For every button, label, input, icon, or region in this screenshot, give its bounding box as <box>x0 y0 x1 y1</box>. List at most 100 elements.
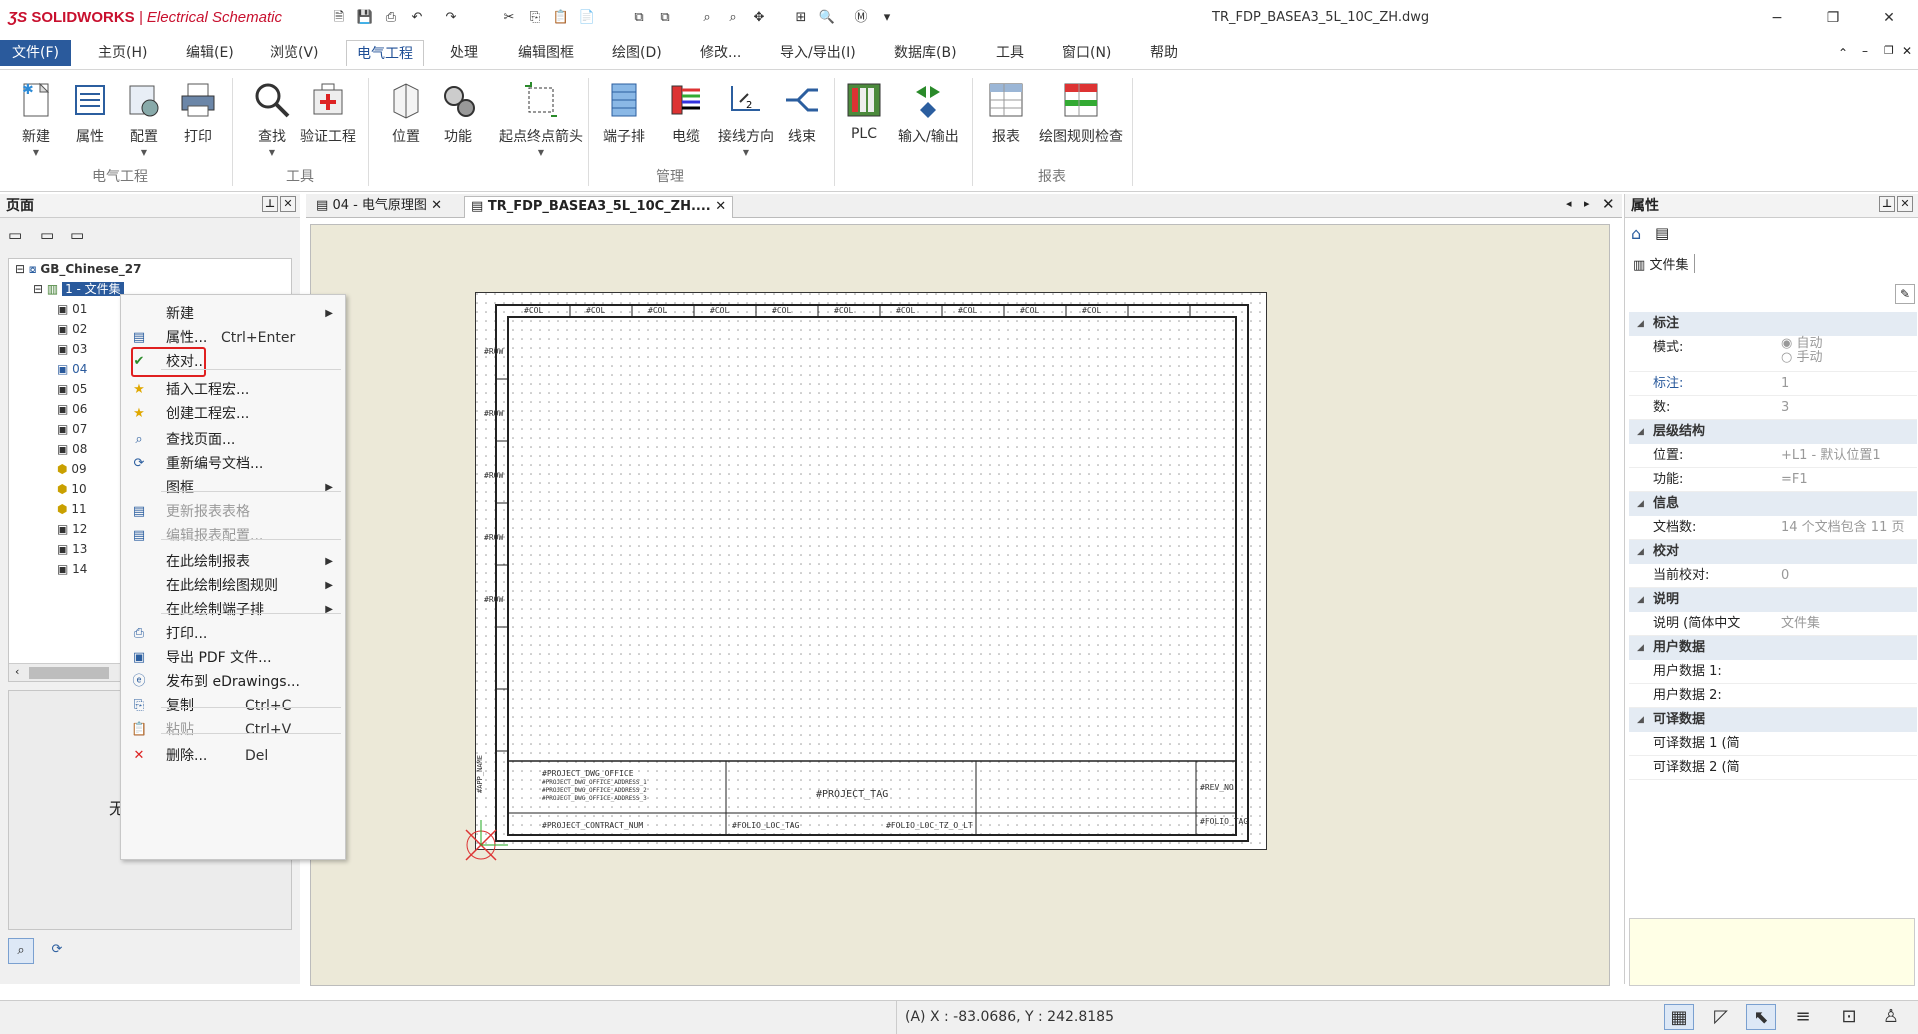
ribbon-plc-button[interactable]: PLC <box>834 80 894 142</box>
ribbon-function-button[interactable]: 功能 <box>428 80 488 146</box>
macro-icon[interactable]: Ⓜ <box>852 9 870 27</box>
list-view-icon[interactable]: ▤ <box>1655 224 1669 242</box>
ribbon-configure-button[interactable]: 配置 ▼ <box>114 80 174 157</box>
menu-window[interactable]: 窗口(N) <box>1052 40 1121 66</box>
property-value[interactable]: =F1 <box>1781 468 1918 492</box>
zoom-icon[interactable]: ⌕ <box>698 9 716 27</box>
ribbon-find-button[interactable]: 查找 ▼ <box>242 80 302 157</box>
undo-icon[interactable]: ↶ <box>408 9 426 27</box>
lineweight-icon[interactable]: ≡ <box>1788 1004 1818 1030</box>
menu-view[interactable]: 浏览(V) <box>260 40 329 66</box>
scroll-thumb[interactable] <box>29 667 109 679</box>
context-menu-create-macro[interactable]: ★ 创建工程宏... <box>121 401 345 427</box>
context-menu-proofread[interactable]: ✔ 校对... <box>121 347 345 377</box>
context-menu-find-pages[interactable]: ⌕ 查找页面... <box>121 427 345 453</box>
menu-help[interactable]: 帮助 <box>1140 40 1188 66</box>
context-menu-publish-edrawings[interactable]: ⓔ 发布到 eDrawings... <box>121 669 345 695</box>
context-menu-export-pdf[interactable]: ▣ 导出 PDF 文件... <box>121 645 345 671</box>
new-doc-icon[interactable]: 🗎 <box>330 9 348 27</box>
edit-icon[interactable]: ✎ <box>1895 284 1915 304</box>
property-value[interactable]: 14 个文档包含 11 页 <box>1781 516 1918 540</box>
menu-tools[interactable]: 工具 <box>986 40 1034 66</box>
context-menu-frame[interactable]: 图框 ▶ <box>121 475 345 501</box>
context-menu-paste[interactable]: 📋 粘贴 Ctrl+V <box>121 717 345 743</box>
preview-toggle-icon[interactable]: ⌕ <box>8 938 34 964</box>
grid-toggle-icon[interactable]: ▦ <box>1664 1004 1694 1030</box>
collapse-icon[interactable]: ⊟ <box>15 262 25 276</box>
menu-electrical-project[interactable]: 电气工程 <box>346 40 424 66</box>
close-button[interactable]: ✕ <box>1874 6 1904 30</box>
tab-close-icon[interactable]: ✕ <box>431 198 442 213</box>
ribbon-terminal-strip-button[interactable]: 端子排 <box>594 80 654 146</box>
property-row[interactable]: 模式: ◉ 自动 ○ 手动 <box>1629 336 1917 372</box>
property-row[interactable]: 用户数据 1: <box>1629 660 1917 684</box>
context-menu-draw-report[interactable]: 在此绘制报表 ▶ <box>121 549 345 575</box>
ribbon-cable-button[interactable]: 电缆 <box>656 80 716 146</box>
home-icon[interactable]: ⌂ <box>1631 224 1641 243</box>
properties-tab[interactable]: ▥ 文件集 <box>1633 254 1696 273</box>
pin-icon[interactable]: ⊥ <box>262 196 278 212</box>
menu-home[interactable]: 主页(H) <box>88 40 157 66</box>
user-icon[interactable]: ♙ <box>1876 1004 1906 1030</box>
menu-edit[interactable]: 编辑(E) <box>176 40 244 66</box>
selection-cycle-icon[interactable]: ⊡ <box>1834 1004 1864 1030</box>
save-icon[interactable]: 💾 <box>356 9 374 27</box>
menu-modify[interactable]: 修改... <box>690 40 751 66</box>
restore-button[interactable]: ❐ <box>1818 6 1848 30</box>
ribbon-drawing-rules-check-button[interactable]: 绘图规则检查 <box>1036 80 1126 146</box>
property-row[interactable]: 可译数据 2 (简 <box>1629 756 1917 780</box>
ribbon-origin-destination-arrows-button[interactable]: 起点终点箭头 ▼ <box>494 80 588 157</box>
print-icon[interactable]: ⎙ <box>382 9 400 27</box>
collapse-icon[interactable]: ⊟ <box>33 282 43 296</box>
paste-special-icon[interactable]: 📄 <box>578 9 596 27</box>
property-section-header[interactable]: 可译数据 <box>1629 708 1917 732</box>
property-row[interactable]: 数: 3 <box>1629 396 1917 420</box>
property-value[interactable]: 3 <box>1781 396 1918 420</box>
tab-frame-dwg[interactable]: ▤ TR_FDP_BASEA3_5L_10C_ZH.... ✕ <box>464 196 734 218</box>
menu-file[interactable]: 文件(F) <box>0 40 71 66</box>
property-row[interactable]: 用户数据 2: <box>1629 684 1917 708</box>
panel-close-icon[interactable]: ✕ <box>280 196 296 212</box>
property-section-header[interactable]: 信息 <box>1629 492 1917 516</box>
menu-import-export[interactable]: 导入/导出(I) <box>770 40 866 66</box>
ortho-icon[interactable]: ◸ <box>1706 1004 1736 1030</box>
search-icon[interactable]: 🔍 <box>818 9 836 27</box>
context-menu-copy[interactable]: ⎘ 复制 Ctrl+C <box>121 693 345 719</box>
tab-scroll-right-icon[interactable]: ▸ <box>1584 197 1590 210</box>
duplicate-icon[interactable]: ⧉ <box>656 9 674 27</box>
property-section-header[interactable]: 说明 <box>1629 588 1917 612</box>
property-row[interactable]: 标注: 1 <box>1629 372 1917 396</box>
context-menu-draw-rules[interactable]: 在此绘制绘图规则 ▶ <box>121 573 345 599</box>
customize-dropdown-icon[interactable]: ▾ <box>878 9 896 27</box>
tab-close-icon[interactable]: ✕ <box>715 199 726 214</box>
context-menu-new[interactable]: 新建 ▶ <box>121 301 345 327</box>
pan-icon[interactable]: ✥ <box>750 9 768 27</box>
property-section-header[interactable]: 层级结构 <box>1629 420 1917 444</box>
context-menu-print[interactable]: ⎙ 打印... <box>121 621 345 647</box>
ribbon-new-button[interactable]: ✱ 新建 ▼ <box>6 80 66 157</box>
macro-view-icon[interactable]: ▭ <box>70 226 84 244</box>
menu-edit-frame[interactable]: 编辑图框 <box>508 40 584 66</box>
ribbon-io-button[interactable]: 输入/输出 <box>898 80 959 146</box>
mode-radio-option[interactable]: ○ 手动 <box>1781 346 1918 370</box>
tree-root[interactable]: ⊟ ⧇ GB_Chinese_27 <box>9 259 291 279</box>
context-menu-insert-macro[interactable]: ★ 插入工程宏... <box>121 377 345 403</box>
doc-restore-icon[interactable]: ❐ <box>1884 44 1894 57</box>
ribbon-collapse-icon[interactable]: ⌃ <box>1838 46 1848 60</box>
redo-icon[interactable]: ↷ <box>442 9 460 27</box>
property-row[interactable]: 说明 (简体中文 文件集 <box>1629 612 1917 636</box>
doc-close-icon[interactable]: ✕ <box>1902 44 1912 58</box>
ribbon-verify-button[interactable]: 验证工程 <box>298 80 358 146</box>
ribbon-properties-button[interactable]: 属性 <box>60 80 120 146</box>
pin-icon[interactable]: ⊥ <box>1879 196 1895 212</box>
tab-schematic[interactable]: ▤ 04 - 电气原理图 ✕ <box>310 196 448 218</box>
property-section-header[interactable]: 校对 <box>1629 540 1917 564</box>
context-menu-draw-terminal[interactable]: 在此绘制端子排 ▶ <box>121 597 345 623</box>
paste-icon[interactable]: 📋 <box>552 9 570 27</box>
property-section-header[interactable]: 用户数据 <box>1629 636 1917 660</box>
property-row[interactable]: 位置: +L1 - 默认位置1 <box>1629 444 1917 468</box>
property-row[interactable]: 功能: =F1 <box>1629 468 1917 492</box>
context-menu-update-report[interactable]: ▤ 更新报表表格 <box>121 499 345 525</box>
property-value[interactable]: 文件集 <box>1781 612 1918 636</box>
copy-icon[interactable]: ⎘ <box>526 9 544 27</box>
